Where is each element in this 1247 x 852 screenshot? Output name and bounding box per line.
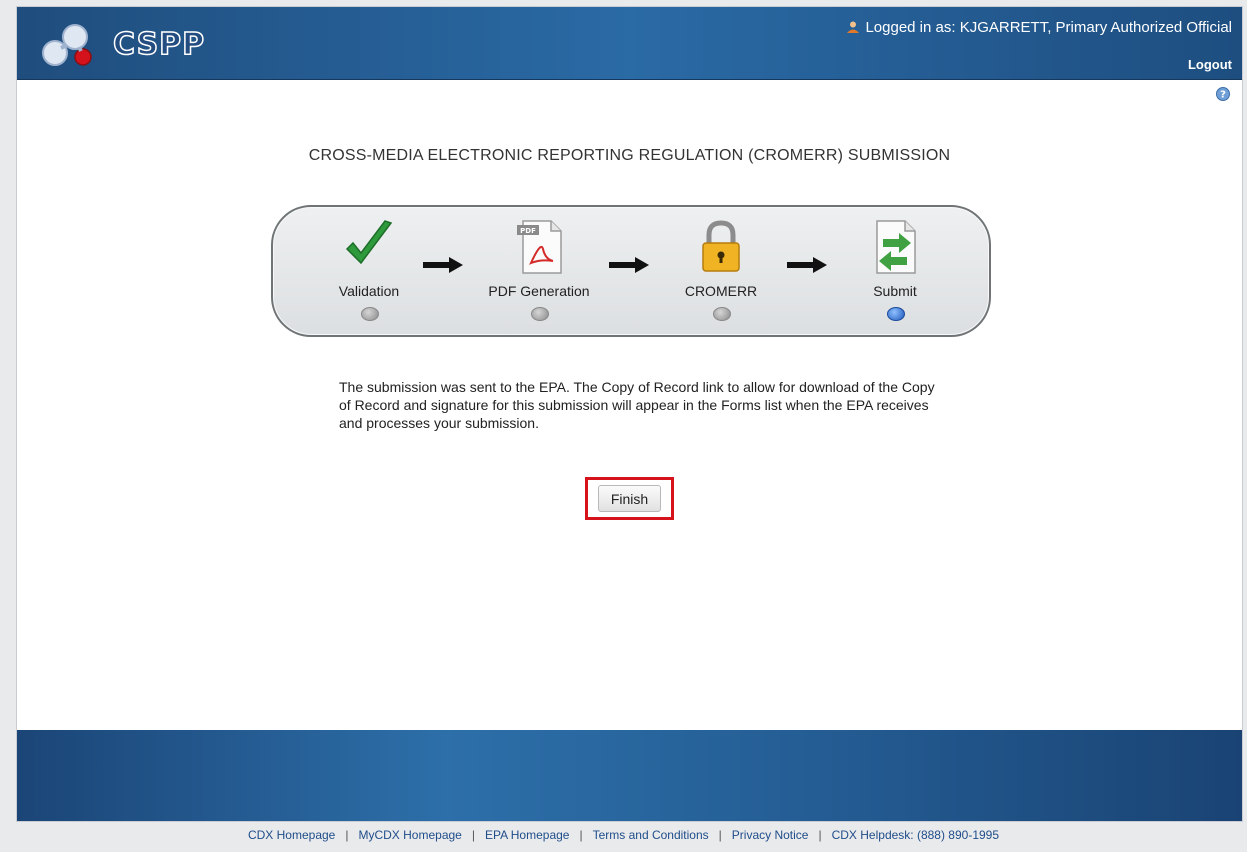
step-status-dot <box>531 307 549 321</box>
footer-link-epa-homepage[interactable]: EPA Homepage <box>485 828 570 842</box>
separator: | <box>471 828 475 842</box>
help-icon[interactable]: ? <box>1216 87 1230 101</box>
lock-icon <box>702 220 740 272</box>
page-title: CROSS-MEDIA ELECTRONIC REPORTING REGULAT… <box>308 147 951 164</box>
footer-link-cdx-homepage[interactable]: CDX Homepage <box>248 828 335 842</box>
logout-link[interactable]: Logout <box>1188 57 1232 72</box>
arrow-right-icon <box>423 257 463 273</box>
step-label: Validation <box>338 283 400 299</box>
arrow-right-icon <box>787 257 827 273</box>
arrow-right-icon <box>609 257 649 273</box>
footer-link-privacy[interactable]: Privacy Notice <box>732 828 809 842</box>
separator: | <box>718 828 722 842</box>
step-label: CROMERR <box>684 283 758 299</box>
user-icon <box>847 21 860 33</box>
submit-document-icon <box>876 220 916 274</box>
separator: | <box>579 828 583 842</box>
separator: | <box>345 828 349 842</box>
logged-in-status: Logged in as: KJGARRETT, Primary Authori… <box>847 19 1232 36</box>
footer-link-helpdesk[interactable]: CDX Helpdesk: (888) 890-1995 <box>832 828 999 842</box>
submission-message: The submission was sent to the EPA. The … <box>339 379 935 431</box>
submission-progress: Validation PDF PDF Generation CROMERR Su… <box>271 205 991 337</box>
pdf-icon: PDF <box>517 220 562 274</box>
step-status-dot <box>361 307 379 321</box>
logged-in-text: Logged in as: KJGARRETT, Primary Authori… <box>865 19 1232 36</box>
svg-text:?: ? <box>1220 90 1226 101</box>
checkmark-icon <box>345 220 393 265</box>
app-name: CSPP <box>112 26 206 63</box>
step-status-dot <box>713 307 731 321</box>
step-label: PDF Generation <box>488 283 590 299</box>
svg-text:PDF: PDF <box>520 227 536 235</box>
step-status-dot-active <box>887 307 905 321</box>
step-label: Submit <box>873 283 917 299</box>
finish-button[interactable]: Finish <box>598 485 661 512</box>
header-bar: CSPP Logged in as: KJGARRETT, Primary Au… <box>17 7 1242 80</box>
footer-link-terms[interactable]: Terms and Conditions <box>593 828 709 842</box>
footer-link-mycdx-homepage[interactable]: MyCDX Homepage <box>358 828 461 842</box>
separator: | <box>818 828 822 842</box>
page-frame: CSPP Logged in as: KJGARRETT, Primary Au… <box>16 6 1243 822</box>
footer-links: CDX Homepage | MyCDX Homepage | EPA Homepage… <box>0 828 1247 842</box>
cspp-logo: CSPP <box>33 15 223 71</box>
molecule-logo-icon <box>42 24 92 66</box>
footer-band <box>17 730 1242 821</box>
